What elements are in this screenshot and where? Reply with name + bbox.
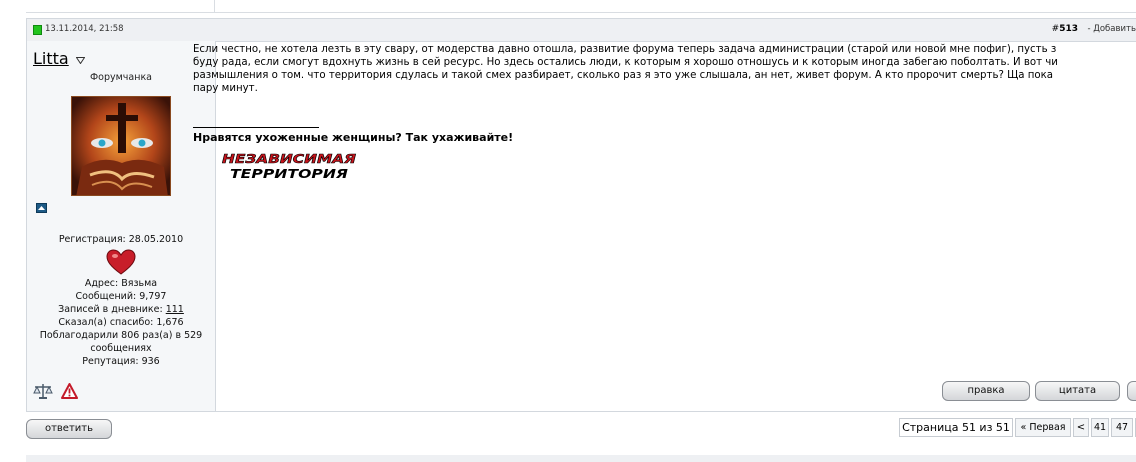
page-link-47[interactable]: 47 [1111,418,1133,437]
user-address: Адрес: Вязьма [84,278,158,289]
extra-button[interactable] [1127,381,1136,401]
scales-icon[interactable] [33,382,53,403]
reputation-value: Репутация: 936 [82,356,160,367]
signature-divider [193,127,319,128]
avatar [71,96,171,196]
warning-triangle-icon[interactable] [60,383,78,402]
post-date: 13.11.2014, 21:58 [45,24,124,34]
heart-icon [106,249,136,275]
diary-label: Записей в дневнике: [58,304,166,315]
previous-post-edge [26,0,1136,13]
page-info: Страница 51 из 51 [899,418,1013,437]
post-header: 13.11.2014, 21:58 #513 - Добавить [27,19,1136,42]
next-post-edge [26,455,1136,462]
user-info-panel: Litta Форумчанка Регистрация: 28.05.2010… [27,41,216,411]
previous-post-divider [214,0,215,12]
message-line: Если честно, не хотела лезть в эту свару… [193,44,1057,55]
triangle-down-icon[interactable] [76,57,85,64]
message-line: размышления о том. что территория сдулас… [193,70,1054,81]
online-status-icon [33,25,42,35]
page-link-41[interactable]: 41 [1091,418,1109,437]
username-link[interactable]: Litta [33,49,69,68]
diary-count-link[interactable]: 111 [166,304,184,315]
prev-page-link[interactable]: < [1073,418,1089,437]
signature-text: Нравятся ухоженные женщины? Так ухаживай… [193,131,514,144]
registration-date: Регистрация: 28.05.2010 [58,234,184,245]
thanks-received-line1: Поблагодарили 806 раз(а) в 529 [39,330,203,341]
post-number-link[interactable]: #513 [1052,24,1078,34]
banner-line-1: НЕЗАВИСИМАЯ [222,151,356,166]
add-link[interactable]: - Добавить [1087,24,1136,34]
reply-button[interactable]: ответить [26,419,112,439]
message-line: буду рада, если смогут вдохнуть жизнь в … [193,57,1058,68]
edit-button[interactable]: правка [942,381,1030,401]
message-line: пару минут. [193,83,258,94]
thanks-given: Сказал(а) спасибо: 1,676 [58,317,184,328]
first-page-link[interactable]: « Первая [1015,418,1071,437]
signature-banner-logo: НЕЗАВИСИМАЯ ТЕРРИТОРИЯ [222,151,357,181]
user-action-icons [33,382,82,403]
reputation-icon[interactable] [36,203,47,213]
post-number: 513 [1059,24,1078,34]
thanks-received-line2: сообщениях [90,343,152,354]
post-message: Если честно, не хотела лезть в эту свару… [193,43,1113,95]
message-count: Сообщений: 9,797 [75,291,167,302]
diary-entries: Записей в дневнике: 111 [27,303,215,316]
quote-button[interactable]: цитата [1035,381,1120,401]
banner-line-2: ТЕРРИТОРИЯ [230,166,348,181]
user-rank: Форумчанка [89,72,152,83]
user-stats: Регистрация: 28.05.2010 Адрес: Вязьма Со… [27,233,215,368]
